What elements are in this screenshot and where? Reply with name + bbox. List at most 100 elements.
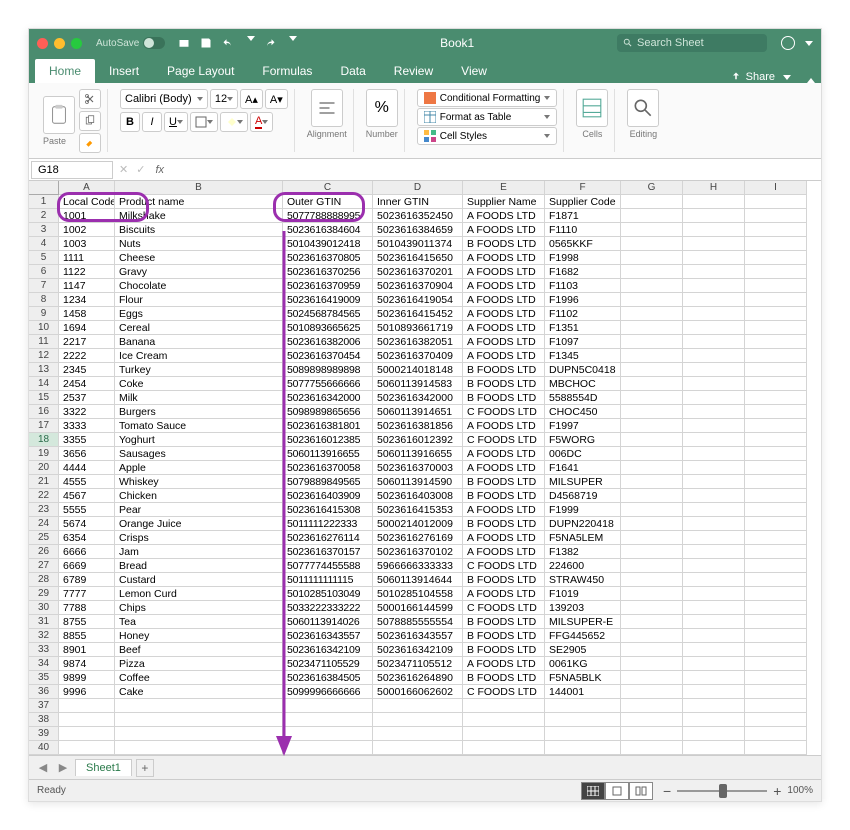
cell[interactable] xyxy=(683,699,745,713)
cell[interactable]: 5000166144599 xyxy=(373,601,463,615)
cell[interactable] xyxy=(283,727,373,741)
cell[interactable]: A FOODS LTD xyxy=(463,461,545,475)
cell[interactable]: 5966666333333 xyxy=(373,559,463,573)
cell[interactable] xyxy=(545,727,621,741)
cell[interactable] xyxy=(621,727,683,741)
tab-insert[interactable]: Insert xyxy=(95,59,153,83)
cell[interactable]: 5077755666666 xyxy=(283,377,373,391)
cell[interactable] xyxy=(621,545,683,559)
row-header[interactable]: 37 xyxy=(29,699,59,713)
cell[interactable] xyxy=(745,433,807,447)
cell[interactable]: C FOODS LTD xyxy=(463,405,545,419)
cell[interactable]: FFG445652 xyxy=(545,629,621,643)
cell[interactable] xyxy=(745,209,807,223)
bold-button[interactable]: B xyxy=(120,112,140,132)
cell[interactable]: Tea xyxy=(115,615,283,629)
cell[interactable]: 2454 xyxy=(59,377,115,391)
cell[interactable] xyxy=(683,713,745,727)
sheet-nav-prev-icon[interactable]: ◀ xyxy=(35,761,51,774)
cell[interactable]: A FOODS LTD xyxy=(463,223,545,237)
cell[interactable]: Jam xyxy=(115,545,283,559)
cell[interactable]: 5023616384505 xyxy=(283,671,373,685)
maximize-window-button[interactable] xyxy=(71,38,82,49)
cell[interactable]: Supplier Name xyxy=(463,195,545,209)
cell[interactable]: A FOODS LTD xyxy=(463,349,545,363)
cell[interactable] xyxy=(621,363,683,377)
font-name-select[interactable]: Calibri (Body) xyxy=(120,89,208,109)
cell[interactable]: 0565KKF xyxy=(545,237,621,251)
cell[interactable]: Milkshake xyxy=(115,209,283,223)
cell[interactable] xyxy=(621,447,683,461)
cell[interactable]: F1996 xyxy=(545,293,621,307)
cell[interactable]: 1001 xyxy=(59,209,115,223)
cell[interactable] xyxy=(683,545,745,559)
cell[interactable]: Tomato Sauce xyxy=(115,419,283,433)
cell[interactable]: 5023616012392 xyxy=(373,433,463,447)
cell[interactable]: 4555 xyxy=(59,475,115,489)
cell[interactable]: 5079889849565 xyxy=(283,475,373,489)
cell[interactable] xyxy=(683,727,745,741)
font-color-button[interactable]: A xyxy=(250,112,273,132)
cell[interactable] xyxy=(621,405,683,419)
cell[interactable] xyxy=(683,629,745,643)
share-button[interactable]: Share xyxy=(718,71,803,83)
cell[interactable] xyxy=(745,727,807,741)
cell[interactable]: 5011111111115 xyxy=(283,573,373,587)
spreadsheet-grid[interactable]: ABCDEFGHI1Local CodeProduct nameOuter GT… xyxy=(29,181,821,755)
sheet-tab[interactable]: Sheet1 xyxy=(75,759,132,776)
cell[interactable] xyxy=(683,671,745,685)
cell[interactable] xyxy=(683,377,745,391)
row-header[interactable]: 16 xyxy=(29,405,59,419)
zoom-in-button[interactable]: + xyxy=(773,783,781,799)
cell[interactable] xyxy=(283,699,373,713)
cell[interactable]: A FOODS LTD xyxy=(463,587,545,601)
cell[interactable] xyxy=(683,741,745,755)
cell[interactable]: 2345 xyxy=(59,363,115,377)
cell[interactable]: 5023616381856 xyxy=(373,419,463,433)
cell[interactable]: 5023616370959 xyxy=(283,279,373,293)
cell[interactable]: 5674 xyxy=(59,517,115,531)
col-header-H[interactable]: H xyxy=(683,181,745,195)
cell[interactable]: 5023616384604 xyxy=(283,223,373,237)
tab-formulas[interactable]: Formulas xyxy=(248,59,326,83)
cell[interactable]: B FOODS LTD xyxy=(463,615,545,629)
cell[interactable]: F1382 xyxy=(545,545,621,559)
cell[interactable] xyxy=(683,461,745,475)
row-header[interactable]: 32 xyxy=(29,629,59,643)
cell[interactable] xyxy=(745,615,807,629)
cell[interactable] xyxy=(59,727,115,741)
cell[interactable]: 5010285103049 xyxy=(283,587,373,601)
cell[interactable]: C FOODS LTD xyxy=(463,685,545,699)
cell[interactable]: F1998 xyxy=(545,251,621,265)
cell[interactable]: D4568719 xyxy=(545,489,621,503)
row-header[interactable]: 22 xyxy=(29,489,59,503)
col-header-G[interactable]: G xyxy=(621,181,683,195)
page-layout-view-button[interactable] xyxy=(605,782,629,800)
cell[interactable]: 5060113914644 xyxy=(373,573,463,587)
cell[interactable]: 8855 xyxy=(59,629,115,643)
cell[interactable]: Chips xyxy=(115,601,283,615)
increase-font-button[interactable]: A▴ xyxy=(240,89,263,109)
cell[interactable]: 5089898989898 xyxy=(283,363,373,377)
cell[interactable]: B FOODS LTD xyxy=(463,377,545,391)
cell[interactable]: 5023616342000 xyxy=(283,391,373,405)
cell[interactable]: B FOODS LTD xyxy=(463,643,545,657)
cell[interactable] xyxy=(745,671,807,685)
cell[interactable] xyxy=(745,685,807,699)
cell[interactable] xyxy=(745,195,807,209)
cell[interactable]: 5023616415452 xyxy=(373,307,463,321)
cell[interactable] xyxy=(621,517,683,531)
cell[interactable] xyxy=(621,391,683,405)
cell[interactable]: 3322 xyxy=(59,405,115,419)
cell[interactable]: 5023616342109 xyxy=(283,643,373,657)
paste-button[interactable] xyxy=(43,96,75,134)
row-header[interactable]: 39 xyxy=(29,727,59,741)
cell[interactable] xyxy=(59,699,115,713)
cell[interactable] xyxy=(59,741,115,755)
cell[interactable] xyxy=(683,489,745,503)
cell[interactable]: C FOODS LTD xyxy=(463,601,545,615)
cell[interactable] xyxy=(683,335,745,349)
cell[interactable] xyxy=(683,321,745,335)
cell[interactable]: F1110 xyxy=(545,223,621,237)
cell[interactable]: F1997 xyxy=(545,419,621,433)
